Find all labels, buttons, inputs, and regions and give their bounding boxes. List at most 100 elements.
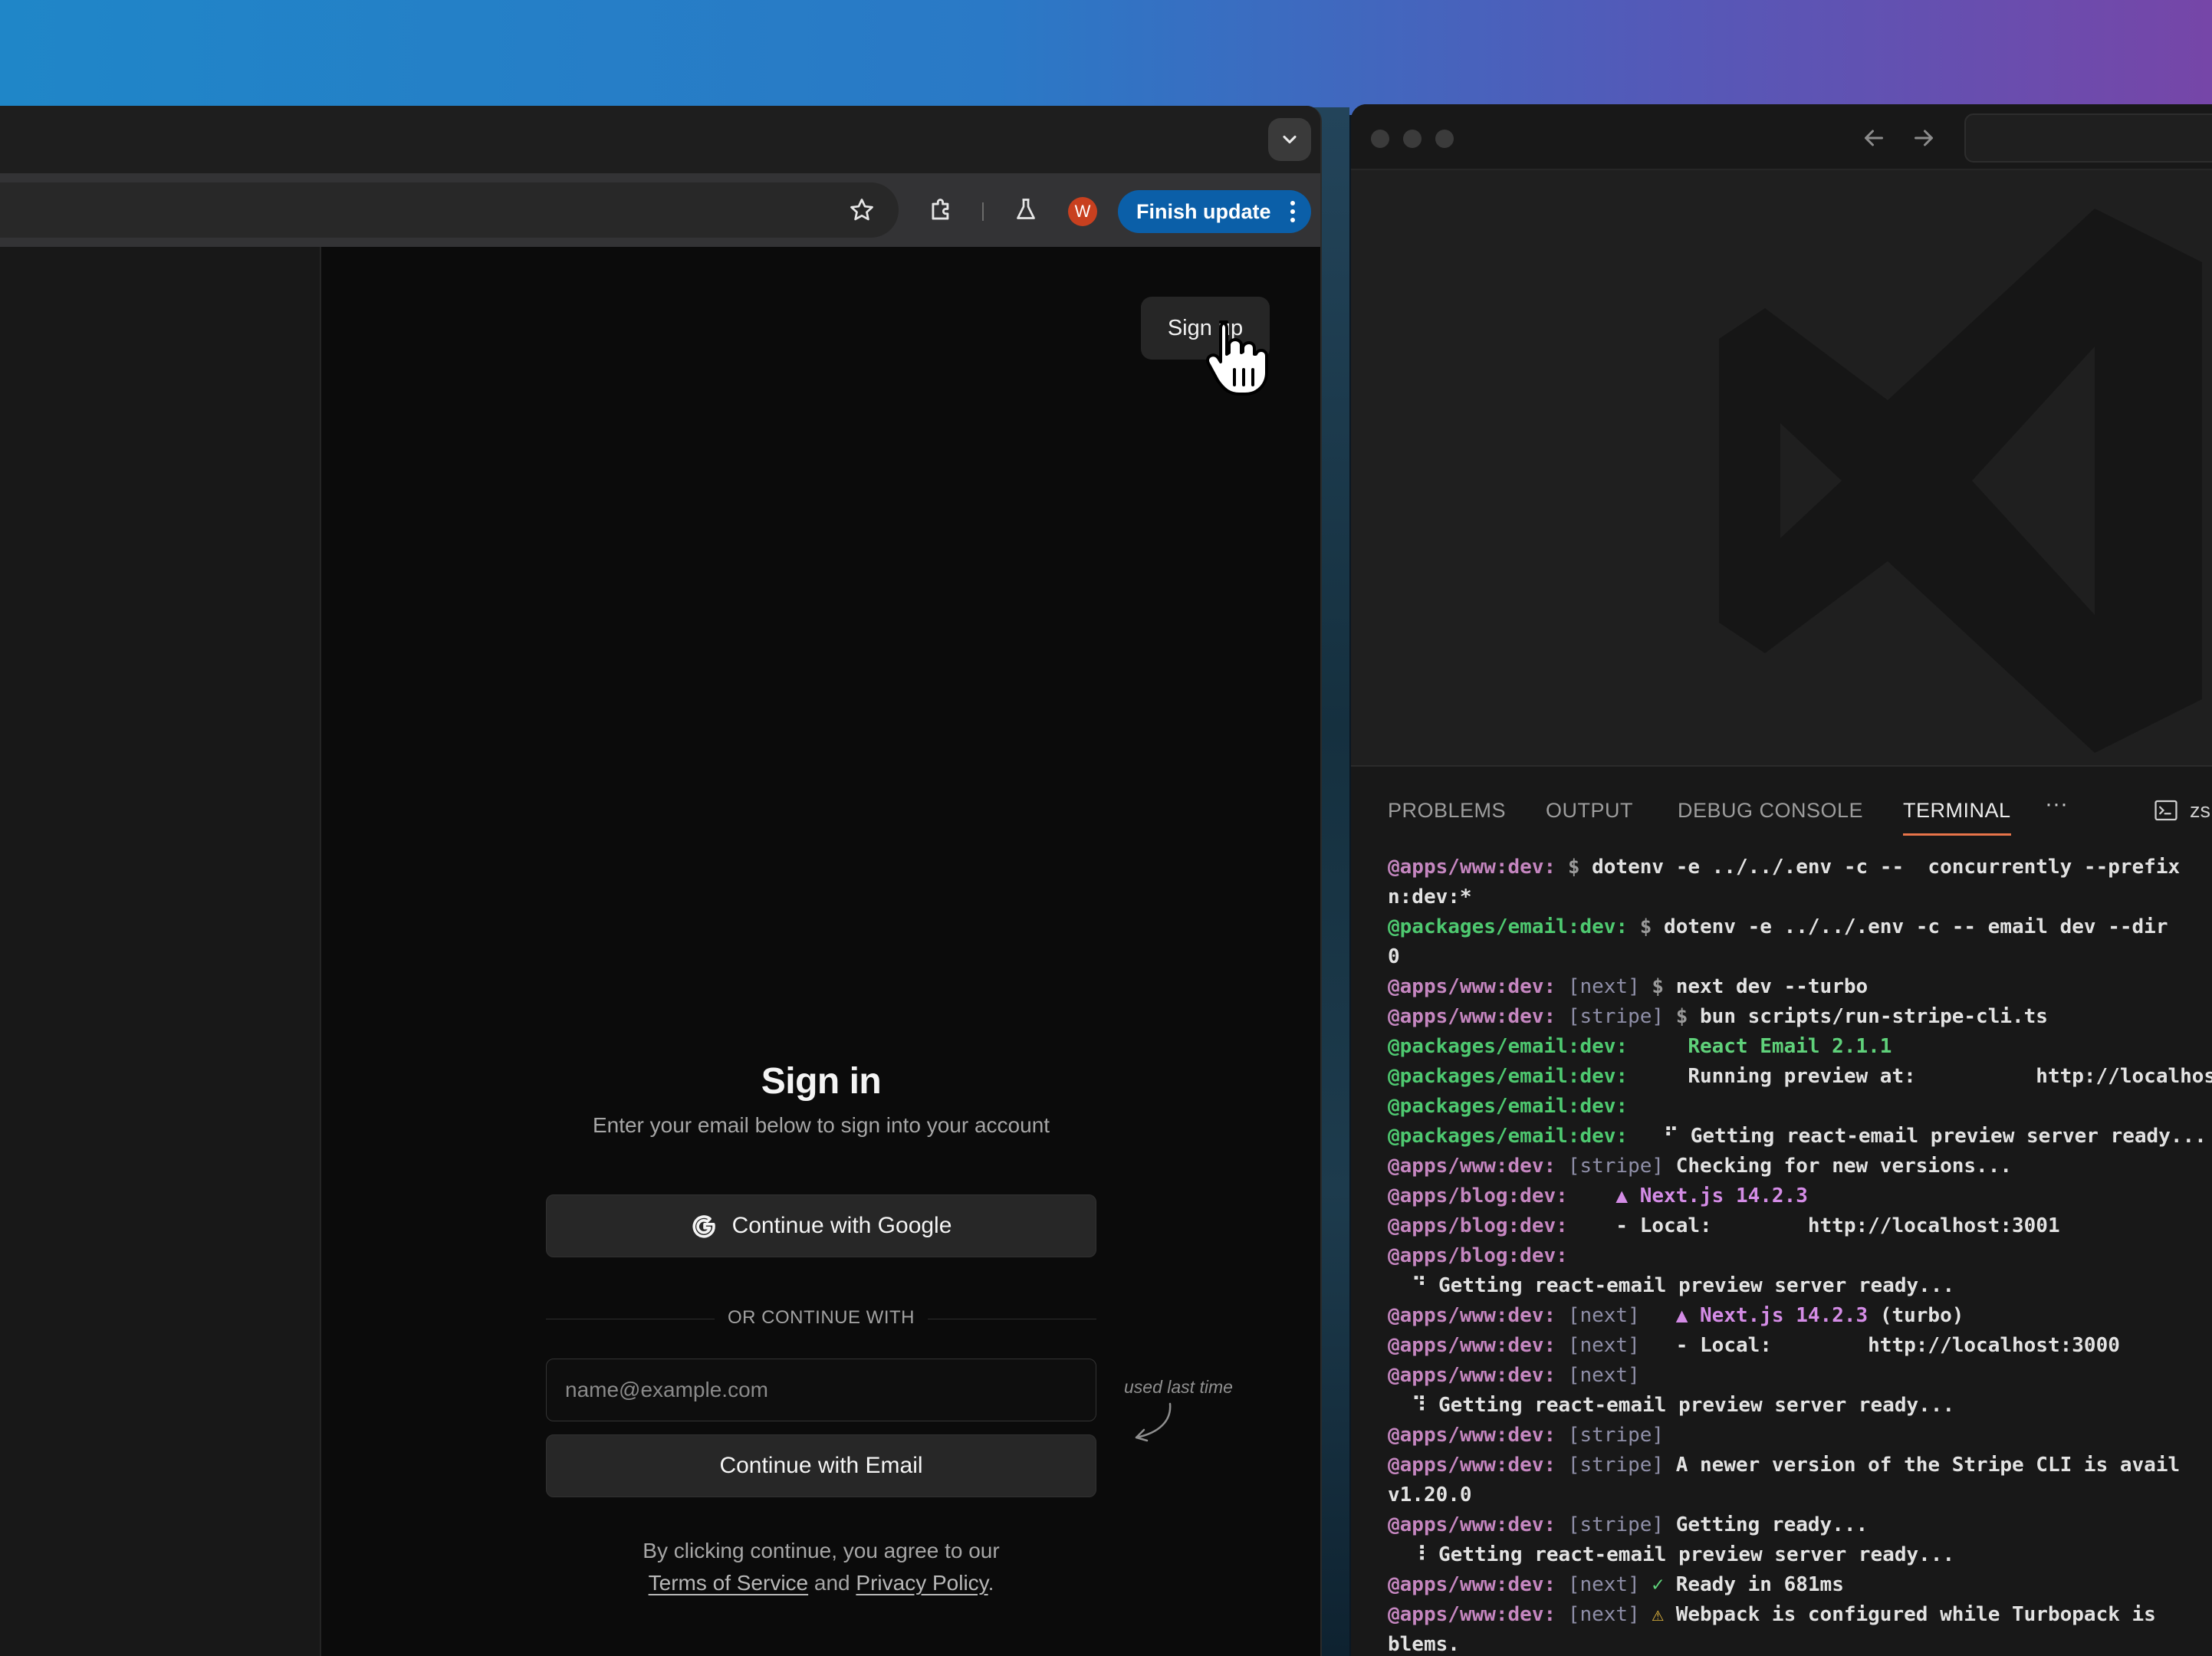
terminal-segment: ⠋ Getting react-email preview server rea… xyxy=(1664,1125,2207,1148)
terminal-segment: Running preview at: http://localhost xyxy=(1688,1065,2212,1088)
terminal-segment: Ready in 681ms xyxy=(1675,1573,1844,1596)
profile-avatar[interactable]: W xyxy=(1068,197,1097,226)
tab-terminal[interactable]: TERMINAL xyxy=(1903,799,2011,836)
bottom-panel: PROBLEMS OUTPUT DEBUG CONSOLE TERMINAL ·… xyxy=(1351,765,2212,1656)
terminal-line: ⠹ Getting react-email preview server rea… xyxy=(1388,1391,2212,1421)
desktop-wallpaper-top xyxy=(0,0,2212,115)
terminal-segment: ▲ Next.js 14.2.3 xyxy=(1675,1304,1880,1327)
extensions-icon xyxy=(932,199,949,220)
hand-cursor-icon xyxy=(1206,320,1268,396)
terminal-segment: ⠹ Getting react-email preview server rea… xyxy=(1388,1394,1955,1417)
terminal-line: @packages/email:dev: xyxy=(1388,1092,2212,1122)
terminal-segment: Getting ready... xyxy=(1675,1513,1869,1536)
terminal-segment: [stripe] xyxy=(1567,1005,1676,1028)
terminal-line: @apps/www:dev: [stripe] A newer version … xyxy=(1388,1451,2212,1480)
forward-button[interactable] xyxy=(1907,121,1941,155)
terminal-segment: 0 xyxy=(1388,945,1400,968)
terminal-segment: [next] xyxy=(1567,1334,1676,1357)
email-input[interactable] xyxy=(546,1359,1096,1421)
terminal-segment: @apps/blog:dev: xyxy=(1388,1244,1580,1267)
legal-period: . xyxy=(988,1571,994,1595)
terminal-line: @apps/www:dev: $ dotenv -e ../../.env -c… xyxy=(1388,853,2212,882)
extensions-button[interactable] xyxy=(920,189,963,232)
terminal-line: 0 xyxy=(1388,942,2212,972)
terminal-segment: @apps/www:dev: xyxy=(1388,1364,1568,1387)
browser-window: W Finish update Sign up Sign in Enter yo… xyxy=(0,106,1322,1656)
terminal-segment: @apps/www:dev: xyxy=(1388,1513,1568,1536)
terminal-shell-tab[interactable]: zs xyxy=(2153,797,2210,823)
terminal-output[interactable]: @apps/www:dev: $ dotenv -e ../../.env -c… xyxy=(1388,853,2212,1656)
terminal-segment: [stripe] xyxy=(1567,1513,1676,1536)
terminal-segment: @apps/www:dev: xyxy=(1388,1573,1568,1596)
terminal-segment: @apps/blog:dev: xyxy=(1388,1214,1616,1237)
terminal-segment: A newer version of the Stripe CLI is ava… xyxy=(1675,1454,2181,1477)
terminal-segment: [next] xyxy=(1567,1603,1652,1626)
bookmark-star-button[interactable] xyxy=(840,189,883,232)
continue-with-google-button[interactable]: Continue with Google xyxy=(546,1194,1096,1257)
terminal-segment: [next] xyxy=(1567,1304,1676,1327)
terminal-segment: @apps/www:dev: xyxy=(1388,1424,1568,1447)
tab-search-button[interactable] xyxy=(1268,118,1311,161)
vscode-window: PROBLEMS OUTPUT DEBUG CONSOLE TERMINAL ·… xyxy=(1351,104,2212,1656)
tab-output[interactable]: OUTPUT xyxy=(1546,799,1633,833)
star-icon xyxy=(850,199,873,221)
terminal-line: @apps/www:dev: [next] ▲ Next.js 14.2.3 (… xyxy=(1388,1301,2212,1331)
back-button[interactable] xyxy=(1857,121,1891,155)
terminal-line: @packages/email:dev: $ dotenv -e ../../.… xyxy=(1388,912,2212,942)
window-close-button[interactable] xyxy=(1371,130,1389,148)
terminal-line: @apps/blog:dev: - Local: http://localhos… xyxy=(1388,1211,2212,1241)
terminal-segment: @apps/www:dev: xyxy=(1388,1454,1568,1477)
terminal-segment: blems. xyxy=(1388,1633,1460,1656)
terminal-line: ⠸ Getting react-email preview server rea… xyxy=(1388,1540,2212,1570)
legal-prefix: By clicking continue, you agree to our xyxy=(643,1539,1000,1562)
finish-update-label: Finish update xyxy=(1136,199,1271,223)
terminal-line: @apps/www:dev: [next] - Local: http://lo… xyxy=(1388,1331,2212,1361)
window-minimize-button[interactable] xyxy=(1403,130,1422,148)
labs-button[interactable] xyxy=(1004,189,1047,232)
arrow-right-icon xyxy=(1915,130,1933,146)
continue-with-email-button[interactable]: Continue with Email xyxy=(546,1434,1096,1497)
finish-update-button[interactable]: Finish update xyxy=(1118,190,1311,233)
terminal-segment: next dev --turbo xyxy=(1675,975,1869,998)
terminal-segment: @apps/www:dev: xyxy=(1388,1005,1568,1028)
terminal-segment: [next] xyxy=(1567,1364,1640,1387)
left-panel xyxy=(0,247,321,1656)
terminal-icon xyxy=(2154,800,2177,821)
terminal-segment: @apps/www:dev: xyxy=(1388,856,1568,879)
terminal-line: v1.20.0 xyxy=(1388,1480,2212,1510)
more-tabs-button[interactable]: ··· xyxy=(2045,791,2068,817)
terminal-line: @apps/www:dev: [stripe] $ bun scripts/ru… xyxy=(1388,1002,2212,1032)
sign-in-subtitle: Enter your email below to sign into your… xyxy=(592,1113,1050,1137)
command-center-search[interactable] xyxy=(1964,113,2212,163)
terminal-segment: ✓ xyxy=(1652,1573,1676,1596)
terminal-segment: Checking for new versions... xyxy=(1675,1155,2012,1178)
tab-problems[interactable]: PROBLEMS xyxy=(1388,799,1506,833)
terminal-segment: - Local: http://localhost:3001 xyxy=(1615,1214,2060,1237)
terminal-segment: [next] xyxy=(1567,975,1652,998)
terms-of-service-link[interactable]: Terms of Service xyxy=(649,1571,809,1595)
terminal-segment: @apps/www:dev: xyxy=(1388,975,1568,998)
terminal-segment: Webpack is configured while Turbopack is xyxy=(1675,1603,2156,1626)
labs-icon xyxy=(1017,199,1035,219)
terminal-line: @apps/blog:dev: ▲ Next.js 14.2.3 xyxy=(1388,1181,2212,1211)
vscode-logo-watermark xyxy=(1719,209,2202,753)
or-divider: OR CONTINUE WITH xyxy=(546,1307,1096,1330)
chevron-down-icon xyxy=(1283,135,1297,144)
terminal-segment: ⠸ Getting react-email preview server rea… xyxy=(1388,1543,1955,1566)
privacy-policy-link[interactable]: Privacy Policy xyxy=(856,1571,988,1595)
tab-debug-console[interactable]: DEBUG CONSOLE xyxy=(1678,799,1863,833)
browser-toolbar: W Finish update xyxy=(0,173,1320,247)
window-zoom-button[interactable] xyxy=(1435,130,1454,148)
address-bar[interactable] xyxy=(0,182,899,238)
terminal-line: @packages/email:dev: React Email 2.1.1 xyxy=(1388,1032,2212,1062)
terminal-line: @apps/www:dev: [next] xyxy=(1388,1361,2212,1391)
terminal-line: @packages/email:dev: ⠋ Getting react-ema… xyxy=(1388,1122,2212,1152)
terminal-segment: [next] xyxy=(1567,1573,1652,1596)
terminal-segment: bun scripts/run-stripe-cli.ts xyxy=(1700,1005,2048,1028)
terminal-segment: @apps/www:dev: xyxy=(1388,1334,1568,1357)
terminal-segment: $ xyxy=(1675,1005,1701,1028)
legal-notice: By clicking continue, you agree to our T… xyxy=(546,1535,1096,1599)
sign-in-title: Sign in xyxy=(761,1061,882,1102)
terminal-segment: n:dev:* xyxy=(1388,886,1472,909)
editor-area xyxy=(1351,170,2212,765)
